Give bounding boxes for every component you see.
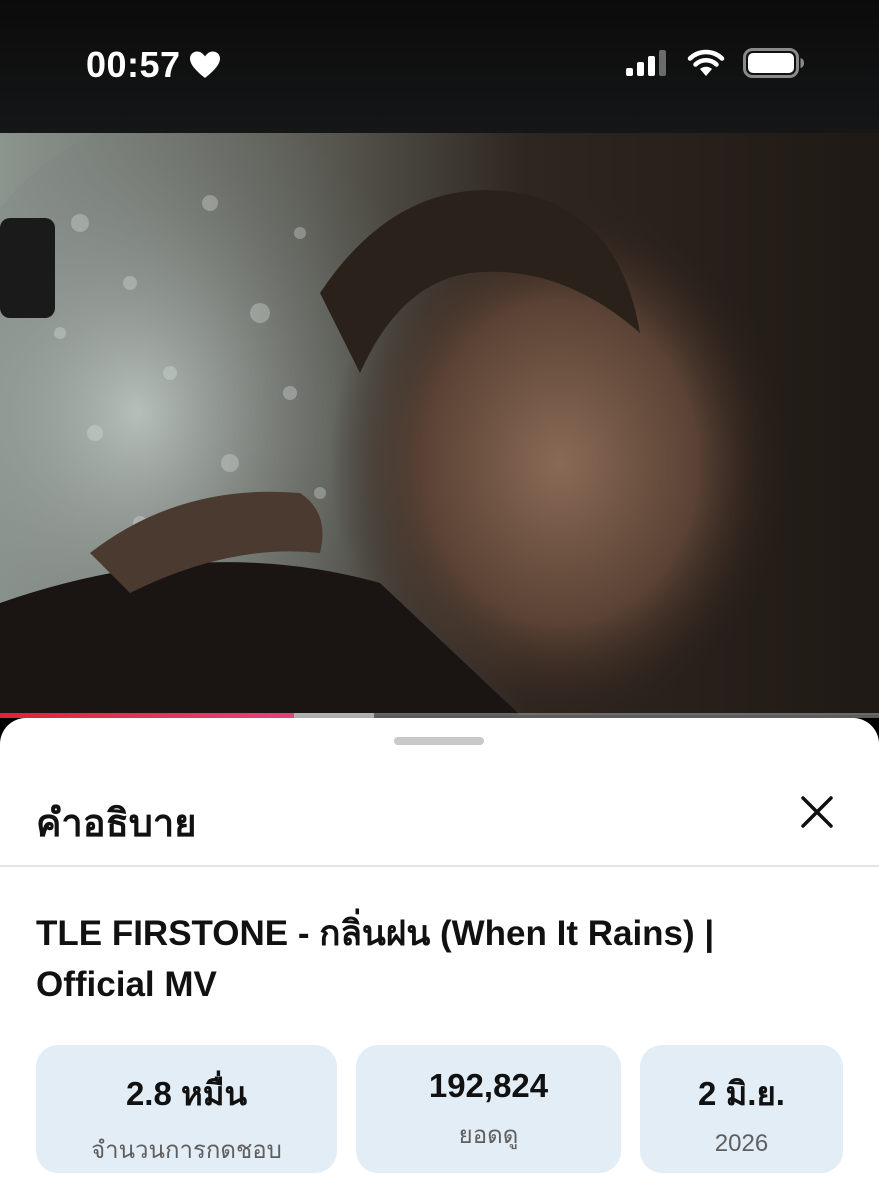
views-label: ยอดดู [458, 1122, 519, 1149]
status-bar: 00:57 [0, 0, 879, 133]
likes-stat: 2.8 หมื่น จำนวนการกดชอบ [36, 1045, 337, 1173]
description-sheet: คำอธิบาย TLE FIRSTONE - กลิ่นฝน (When It… [0, 718, 879, 1200]
views-stat: 192,824 ยอดดู [356, 1045, 621, 1173]
likes-label: จำนวนการกดชอบ [91, 1137, 282, 1164]
views-count: 192,824 [428, 1067, 549, 1104]
sheet-header: คำอธิบาย [0, 778, 879, 866]
publish-year: 2026 [714, 1130, 769, 1157]
likes-count: 2.8 หมื่น [125, 1075, 248, 1112]
drag-handle[interactable] [394, 737, 484, 745]
close-button[interactable] [795, 790, 839, 834]
status-time: 00:57 [86, 44, 221, 86]
battery-icon [743, 48, 804, 78]
status-icons [625, 48, 805, 78]
heart-icon [189, 51, 220, 78]
clock-text: 00:57 [86, 44, 181, 85]
publish-date: 2 มิ.ย. [698, 1075, 785, 1112]
video-frame [0, 133, 879, 715]
video-title: TLE FIRSTONE - กลิ่นฝน (When It Rains) |… [36, 914, 715, 1004]
divider [0, 865, 879, 867]
wifi-icon [687, 49, 725, 76]
video-player[interactable] [0, 133, 879, 715]
cellular-signal-icon [626, 50, 666, 76]
close-icon [801, 796, 833, 828]
sheet-title: คำอธิบาย [36, 803, 197, 845]
date-stat: 2 มิ.ย. 2026 [640, 1045, 843, 1173]
